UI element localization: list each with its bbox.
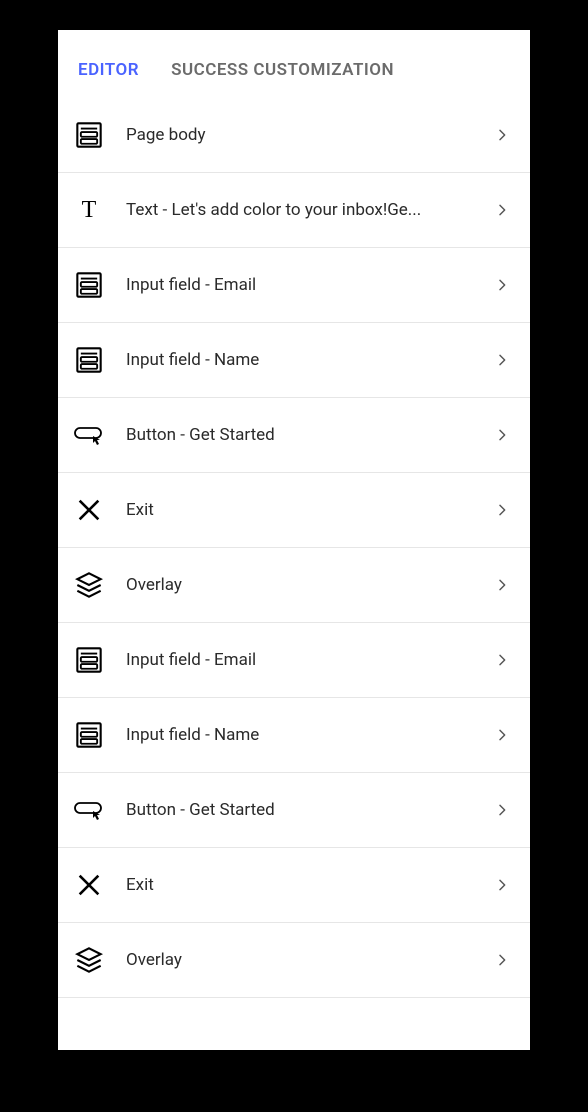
row-input-name[interactable]: Input field - Name bbox=[58, 323, 530, 398]
tab-editor[interactable]: EDITOR bbox=[78, 60, 139, 80]
row-label: Button - Get Started bbox=[126, 800, 474, 820]
element-list: Page body T Text - Let's add color to yo… bbox=[58, 98, 530, 998]
container-icon bbox=[72, 720, 106, 750]
close-icon bbox=[72, 495, 106, 525]
row-overlay[interactable]: Overlay bbox=[58, 548, 530, 623]
chevron-right-icon bbox=[494, 727, 510, 743]
row-label: Exit bbox=[126, 875, 474, 895]
row-input-name[interactable]: Input field - Name bbox=[58, 698, 530, 773]
row-label: Page body bbox=[126, 125, 474, 145]
layers-icon bbox=[72, 570, 106, 600]
container-icon bbox=[72, 120, 106, 150]
row-input-email[interactable]: Input field - Email bbox=[58, 248, 530, 323]
button-icon bbox=[72, 420, 106, 450]
text-icon: T bbox=[72, 195, 106, 225]
tabs: EDITOR SUCCESS CUSTOMIZATION bbox=[58, 30, 530, 98]
chevron-right-icon bbox=[494, 652, 510, 668]
chevron-right-icon bbox=[494, 277, 510, 293]
row-label: Input field - Name bbox=[126, 350, 474, 370]
row-exit[interactable]: Exit bbox=[58, 473, 530, 548]
tab-success-customization[interactable]: SUCCESS CUSTOMIZATION bbox=[171, 60, 394, 80]
container-icon bbox=[72, 345, 106, 375]
row-label: Overlay bbox=[126, 950, 474, 970]
row-label: Input field - Email bbox=[126, 650, 474, 670]
button-icon bbox=[72, 795, 106, 825]
row-input-email[interactable]: Input field - Email bbox=[58, 623, 530, 698]
chevron-right-icon bbox=[494, 877, 510, 893]
chevron-right-icon bbox=[494, 202, 510, 218]
chevron-right-icon bbox=[494, 127, 510, 143]
row-exit[interactable]: Exit bbox=[58, 848, 530, 923]
chevron-right-icon bbox=[494, 427, 510, 443]
row-label: Button - Get Started bbox=[126, 425, 474, 445]
chevron-right-icon bbox=[494, 502, 510, 518]
row-label: Text - Let's add color to your inbox!Ge.… bbox=[126, 200, 474, 220]
editor-panel: EDITOR SUCCESS CUSTOMIZATION Page body T… bbox=[58, 30, 530, 1050]
row-label: Exit bbox=[126, 500, 474, 520]
row-button-get-started[interactable]: Button - Get Started bbox=[58, 773, 530, 848]
chevron-right-icon bbox=[494, 352, 510, 368]
container-icon bbox=[72, 645, 106, 675]
row-page-body[interactable]: Page body bbox=[58, 98, 530, 173]
close-icon bbox=[72, 870, 106, 900]
row-label: Input field - Email bbox=[126, 275, 474, 295]
row-button-get-started[interactable]: Button - Get Started bbox=[58, 398, 530, 473]
container-icon bbox=[72, 270, 106, 300]
row-overlay[interactable]: Overlay bbox=[58, 923, 530, 998]
chevron-right-icon bbox=[494, 802, 510, 818]
row-text[interactable]: T Text - Let's add color to your inbox!G… bbox=[58, 173, 530, 248]
layers-icon bbox=[72, 945, 106, 975]
chevron-right-icon bbox=[494, 952, 510, 968]
row-label: Overlay bbox=[126, 575, 474, 595]
row-label: Input field - Name bbox=[126, 725, 474, 745]
chevron-right-icon bbox=[494, 577, 510, 593]
